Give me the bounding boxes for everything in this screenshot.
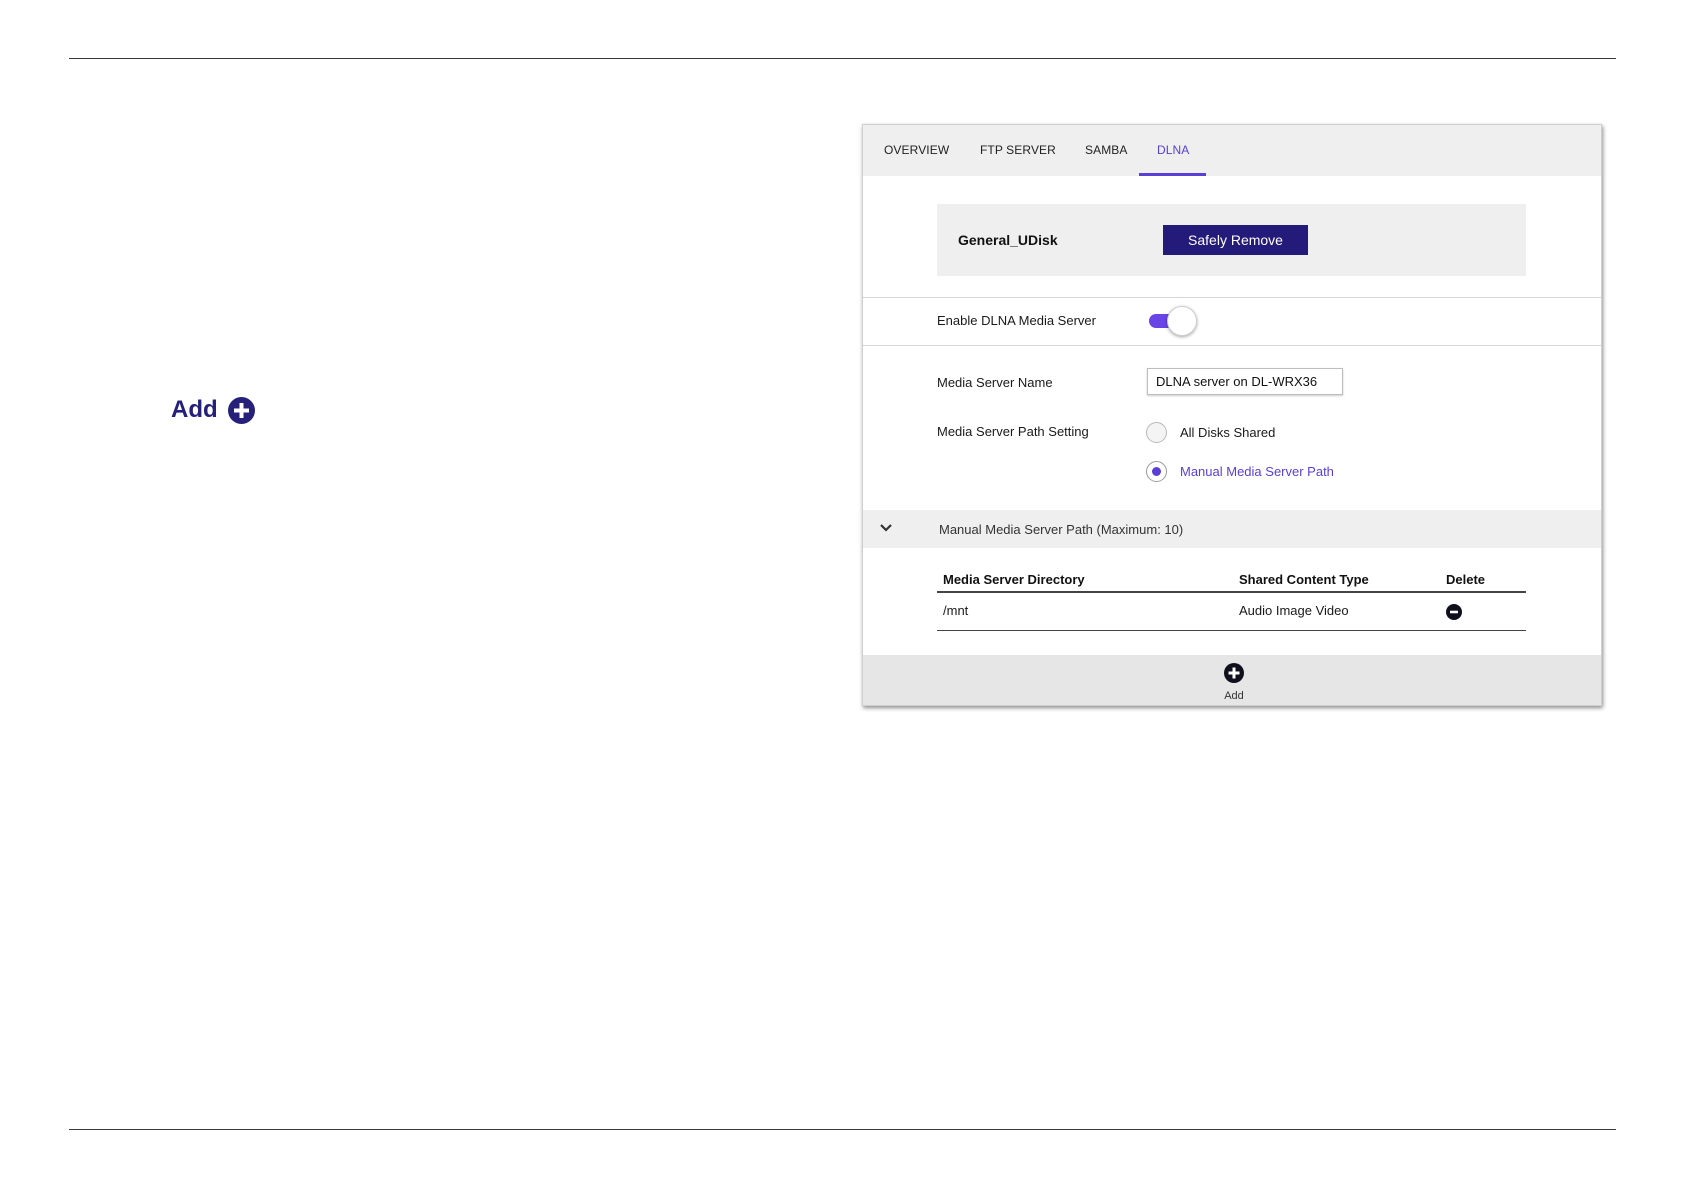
tab-overview[interactable]: OVERVIEW bbox=[884, 125, 949, 176]
row-content-type: Audio Image Video bbox=[1239, 603, 1349, 618]
add-path-button[interactable]: Add bbox=[1219, 663, 1249, 702]
radio-all-disks-shared-label[interactable]: All Disks Shared bbox=[1180, 425, 1275, 440]
device-name: General_UDisk bbox=[958, 232, 1058, 248]
radio-all-disks-shared[interactable] bbox=[1146, 422, 1167, 443]
divider bbox=[863, 297, 1601, 298]
path-setting-label: Media Server Path Setting bbox=[937, 424, 1089, 439]
radio-manual-path-label[interactable]: Manual Media Server Path bbox=[1180, 464, 1334, 479]
device-box: General_UDisk Safely Remove bbox=[937, 204, 1526, 276]
active-tab-indicator bbox=[1139, 173, 1206, 176]
add-path-label: Add bbox=[1224, 690, 1244, 702]
panel-footer: Add bbox=[863, 655, 1601, 705]
chevron-down-icon bbox=[880, 524, 892, 532]
col-header-directory: Media Server Directory bbox=[943, 572, 1085, 587]
col-header-delete: Delete bbox=[1446, 572, 1486, 587]
doc-add-label: Add bbox=[171, 396, 218, 423]
doc-add-reference: Add bbox=[171, 396, 255, 424]
tab-bar: OVERVIEW FTP SERVER SAMBA DLNA bbox=[863, 125, 1601, 176]
safely-remove-button[interactable]: Safely Remove bbox=[1163, 225, 1308, 255]
minus-circle-icon[interactable] bbox=[1446, 604, 1462, 620]
bottom-rule bbox=[69, 1129, 1616, 1130]
manual-path-section-title: Manual Media Server Path (Maximum: 10) bbox=[939, 522, 1184, 537]
table-row-rule bbox=[937, 630, 1526, 631]
enable-dlna-toggle[interactable] bbox=[1147, 306, 1197, 336]
toggle-knob bbox=[1167, 306, 1197, 336]
enable-dlna-label: Enable DLNA Media Server bbox=[937, 313, 1096, 328]
col-header-content-type: Shared Content Type bbox=[1239, 572, 1369, 587]
tab-samba[interactable]: SAMBA bbox=[1085, 125, 1128, 176]
tab-ftp-server[interactable]: FTP SERVER bbox=[980, 125, 1056, 176]
media-server-name-input[interactable] bbox=[1147, 368, 1343, 395]
table-header-rule bbox=[937, 591, 1526, 593]
plus-circle-icon bbox=[227, 396, 255, 424]
row-directory: /mnt bbox=[943, 603, 969, 618]
storage-settings-panel: OVERVIEW FTP SERVER SAMBA DLNA General_U… bbox=[862, 124, 1602, 706]
radio-manual-path[interactable] bbox=[1146, 461, 1167, 482]
tab-dlna[interactable]: DLNA bbox=[1157, 125, 1189, 176]
divider bbox=[863, 345, 1601, 346]
manual-path-section-header[interactable]: Manual Media Server Path (Maximum: 10) bbox=[863, 510, 1601, 548]
media-server-name-label: Media Server Name bbox=[937, 375, 1053, 390]
plus-circle-icon bbox=[1224, 663, 1244, 683]
top-rule bbox=[69, 58, 1616, 59]
